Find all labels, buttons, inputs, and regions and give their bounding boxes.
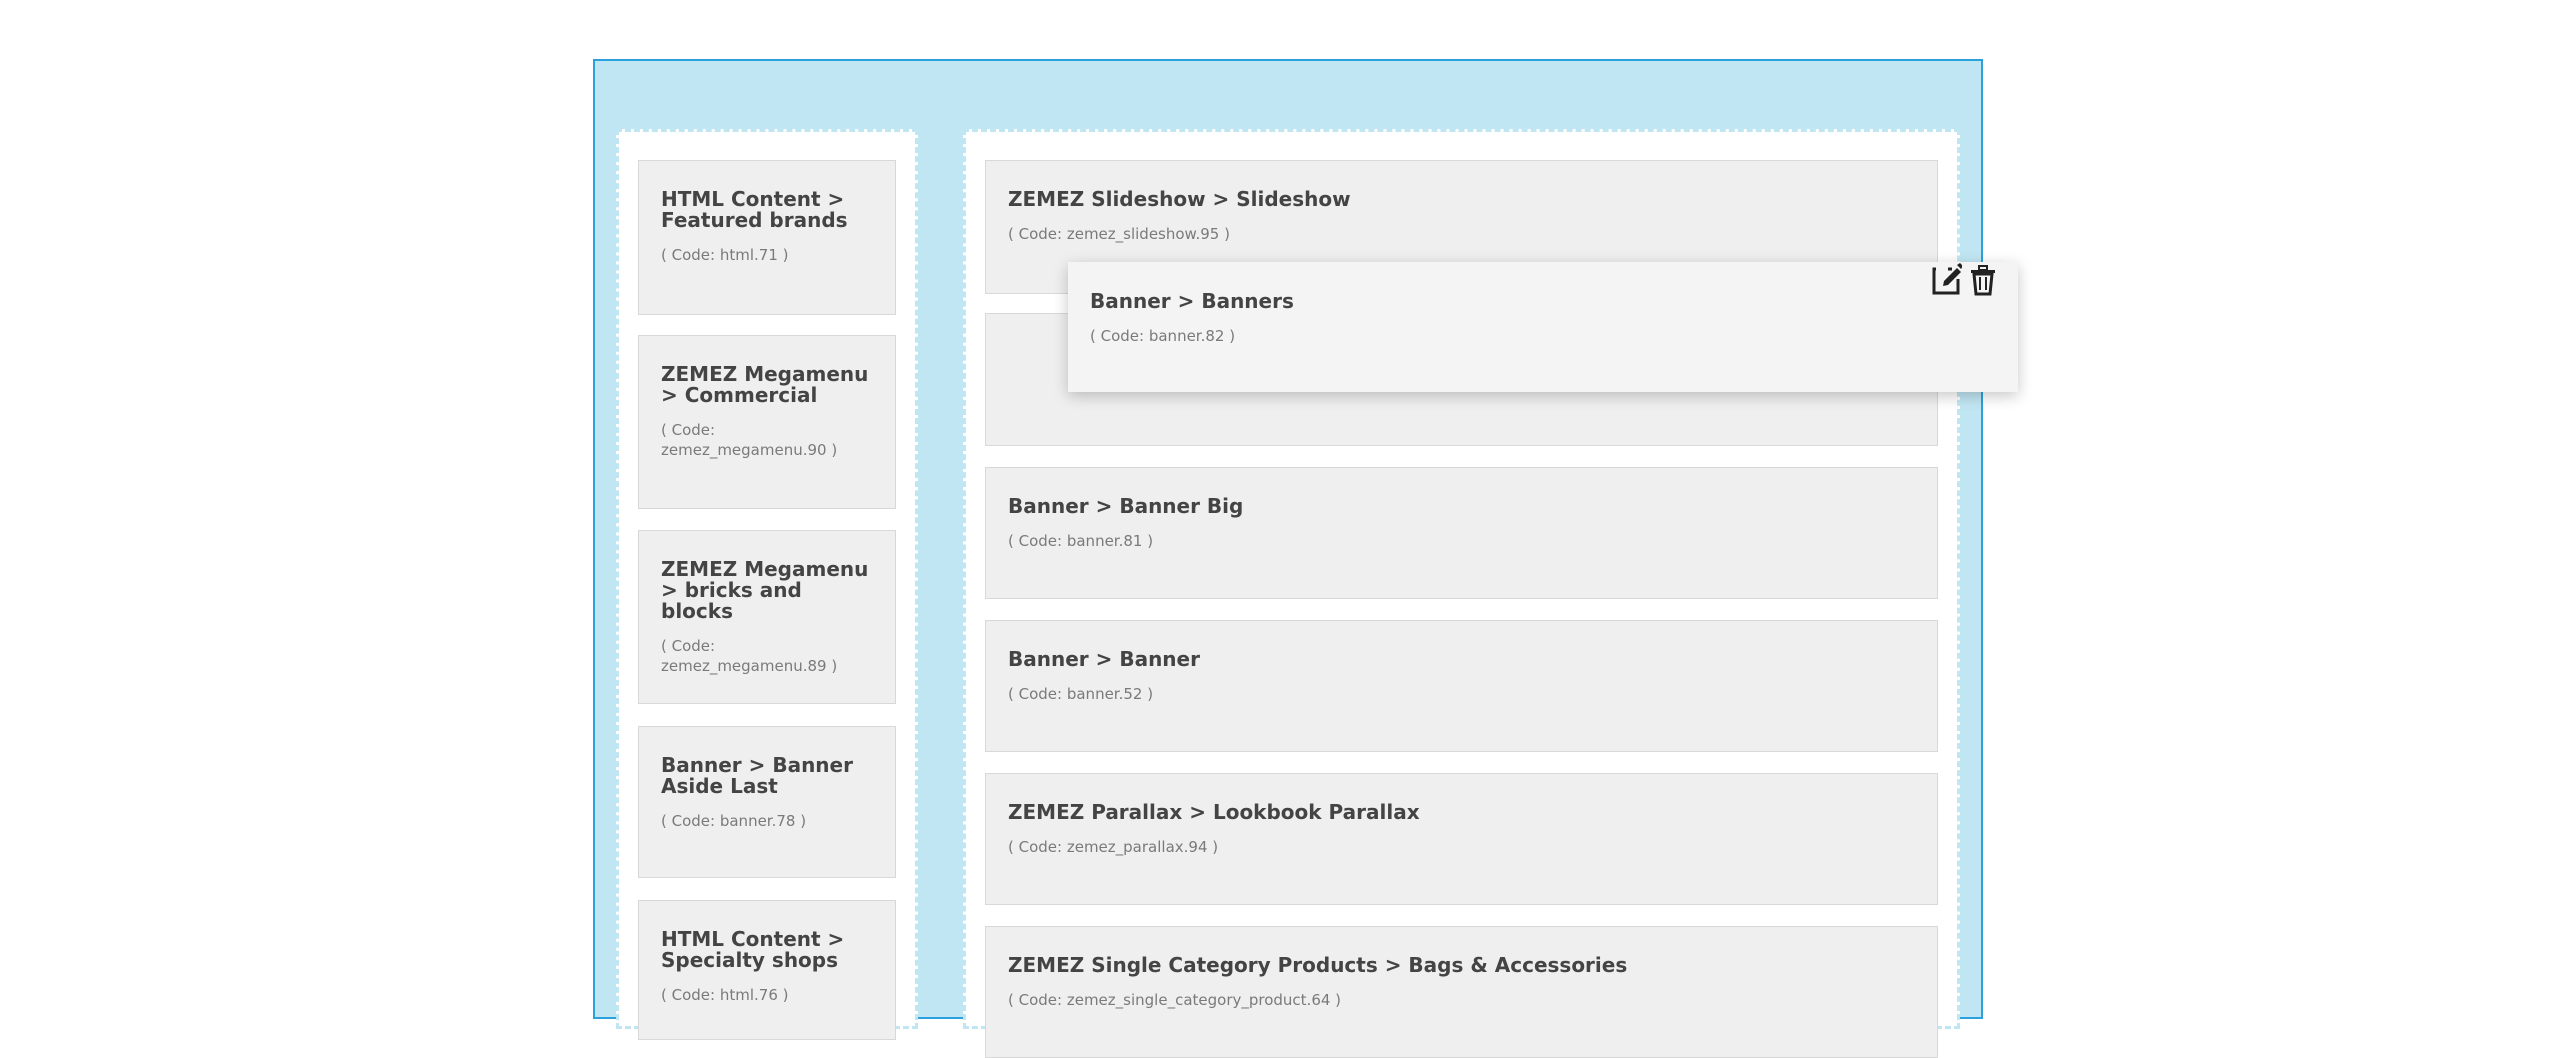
module-card[interactable]: ZEMEZ Megamenu > Commercial ( Code: zeme… [638,335,896,509]
module-code: ( Code: banner.52 ) [1008,685,1154,703]
module-code: ( Code: html.76 ) [661,986,789,1004]
module-actions [1932,263,1998,297]
edit-icon[interactable] [1932,263,1962,297]
trash-icon[interactable] [1968,263,1998,297]
module-code: ( Code: banner.81 ) [1008,532,1154,550]
module-card[interactable]: Banner > Banner ( Code: banner.52 ) [985,620,1938,752]
module-title: ZEMEZ Slideshow > Slideshow [1008,187,1351,211]
module-card[interactable]: Banner > Banner Big ( Code: banner.81 ) [985,467,1938,599]
module-code: ( Code: zemez_parallax.94 ) [1008,838,1219,856]
module-title: Banner > Banner Big [1008,494,1244,518]
module-card[interactable]: ZEMEZ Parallax > Lookbook Parallax ( Cod… [985,773,1938,905]
module-title: ZEMEZ Single Category Products > Bags & … [1008,953,1628,977]
module-card[interactable]: Banner > Banner Aside Last ( Code: banne… [638,726,896,878]
module-code: ( Code: zemez_slideshow.95 ) [1008,225,1230,243]
module-title: Banner > Banner [1008,647,1200,671]
module-card[interactable]: HTML Content > Specialty shops ( Code: h… [638,900,896,1040]
module-title: Banner > Banner Aside Last [661,753,853,798]
module-code: ( Code: banner.82 ) [1090,327,1236,345]
module-title: ZEMEZ Megamenu > Commercial [661,362,869,407]
module-title: ZEMEZ Megamenu > bricks and blocks [661,557,869,623]
module-code: ( Code: zemez_single_category_product.64… [1008,991,1342,1009]
module-title: HTML Content > Specialty shops [661,927,845,972]
module-code: ( Code: html.71 ) [661,246,789,264]
module-title: HTML Content > Featured brands [661,187,848,232]
module-card[interactable]: HTML Content > Featured brands ( Code: h… [638,160,896,315]
module-title: Banner > Banners [1090,289,1294,313]
module-card[interactable]: ZEMEZ Single Category Products > Bags & … [985,926,1938,1058]
module-code: ( Code: banner.78 ) [661,812,807,830]
module-title: ZEMEZ Parallax > Lookbook Parallax [1008,800,1420,824]
dragging-module-card[interactable]: Banner > Banners ( Code: banner.82 ) [1068,262,2018,392]
module-code: ( Code: zemez_megamenu.90 ) [661,421,838,459]
module-code: ( Code: zemez_megamenu.89 ) [661,637,838,675]
module-card[interactable]: ZEMEZ Megamenu > bricks and blocks ( Cod… [638,530,896,704]
